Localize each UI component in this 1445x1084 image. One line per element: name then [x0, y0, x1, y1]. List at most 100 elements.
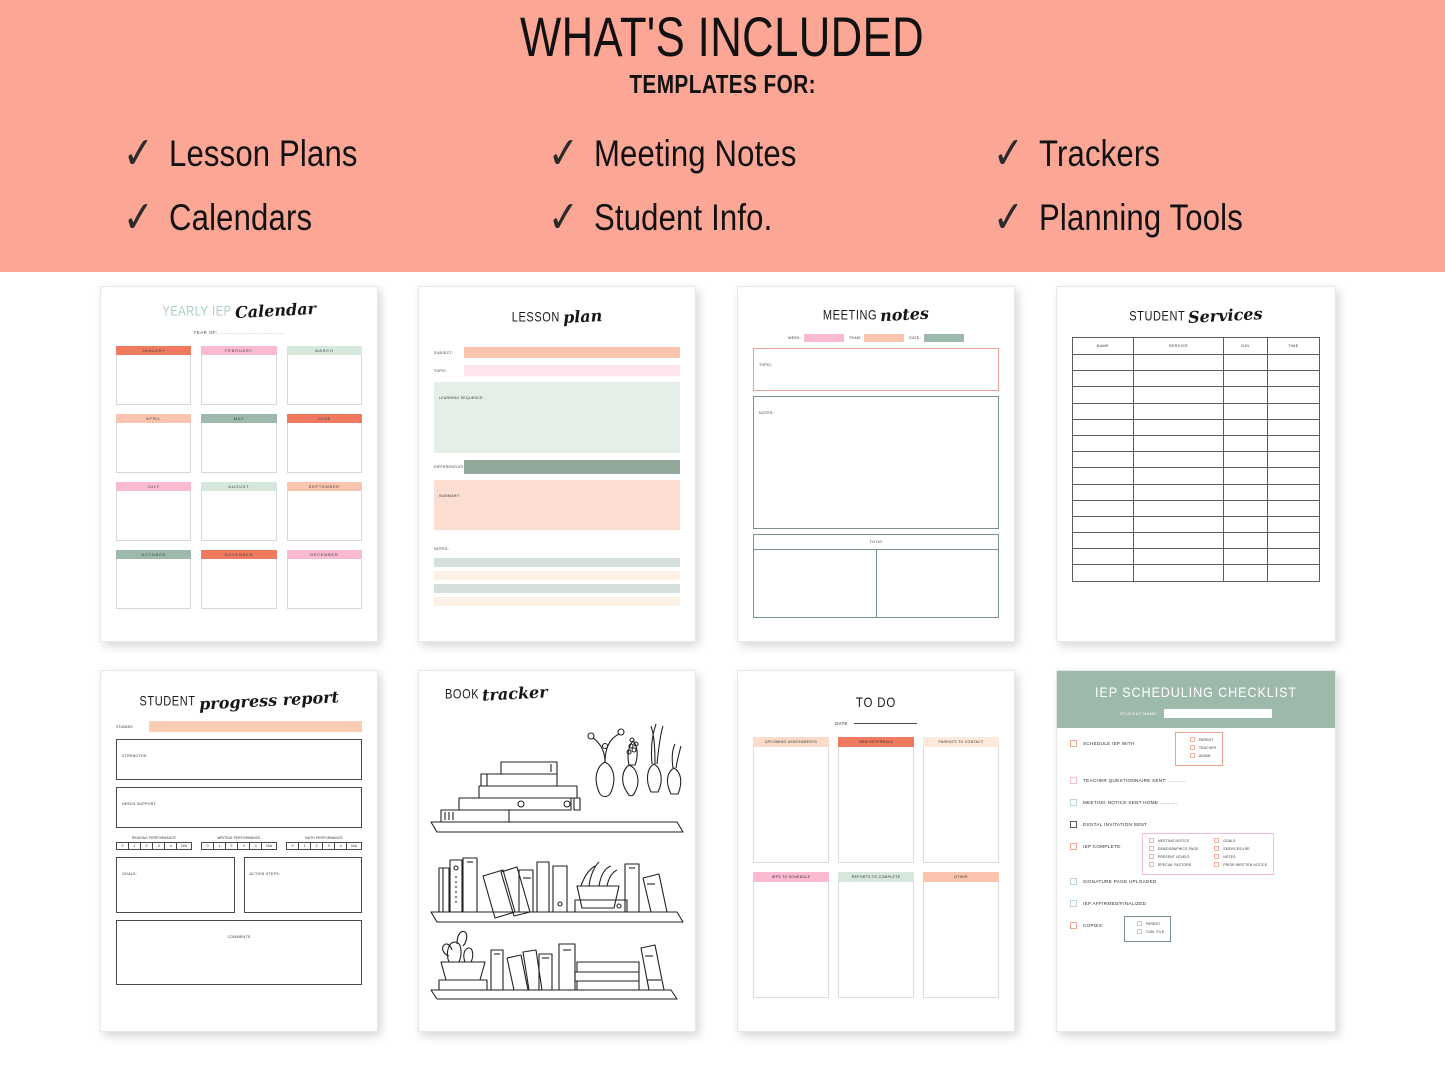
table-cell[interactable]	[1266, 386, 1321, 404]
table-row[interactable]	[1072, 467, 1321, 485]
note-row[interactable]	[434, 571, 680, 580]
table-row[interactable]	[1072, 451, 1321, 469]
template-card-lesson-plan[interactable]: LESSON plan SUBJECT: TOPIC: LEARNING SEQU…	[418, 286, 696, 642]
checkbox-icon[interactable]	[1070, 900, 1077, 907]
needs-support-box[interactable]: NEEDS SUPPORT:	[116, 787, 362, 828]
table-row[interactable]	[1072, 418, 1321, 436]
scale-option[interactable]: 3	[152, 841, 165, 850]
checkbox-icon[interactable]	[1214, 838, 1220, 843]
month-cell[interactable]: AUGUST	[201, 482, 277, 541]
differentiation-field[interactable]: DIFFERENTIATION:	[434, 460, 680, 474]
checkbox-icon[interactable]	[1149, 862, 1154, 867]
scale-option[interactable]: 0	[286, 841, 299, 850]
month-cell[interactable]: APRIL	[116, 414, 192, 473]
checkbox-icon[interactable]	[1070, 821, 1077, 828]
table-cell[interactable]	[1072, 386, 1134, 404]
table-row[interactable]	[1072, 370, 1321, 388]
scale-option[interactable]: 2	[140, 841, 153, 850]
table-cell[interactable]	[1266, 467, 1321, 485]
topic-box[interactable]: TOPIC:	[753, 348, 999, 391]
table-cell[interactable]	[1266, 515, 1321, 534]
scale-option[interactable]: 0	[116, 841, 129, 850]
month-body[interactable]	[116, 559, 192, 609]
table-cell[interactable]	[1072, 564, 1134, 582]
month-cell[interactable]: JANUARY	[116, 346, 192, 405]
checklist-subitem[interactable]: SERVICES/LRE	[1214, 846, 1267, 851]
month-cell[interactable]: OCTOBER	[116, 550, 192, 609]
checklist-subitem[interactable]: PARENT	[1190, 737, 1216, 742]
template-card-student-progress-report[interactable]: STUDENT progress report STUDENT: STRENGTH…	[100, 670, 378, 1032]
month-cell[interactable]: MAY	[201, 414, 277, 473]
todo-category[interactable]: OTHER	[923, 872, 999, 998]
table-cell[interactable]	[1266, 483, 1321, 501]
table-row[interactable]	[1072, 386, 1321, 404]
table-cell[interactable]	[1223, 434, 1268, 453]
month-body[interactable]	[201, 491, 277, 541]
student-input[interactable]	[149, 721, 362, 732]
week-input[interactable]	[804, 334, 845, 342]
scale-option[interactable]: N/A	[176, 841, 193, 850]
table-cell[interactable]	[1072, 434, 1134, 453]
todo-category-body[interactable]	[838, 882, 914, 998]
scale-option[interactable]: 3	[237, 841, 250, 850]
todo-category-body[interactable]	[753, 747, 829, 863]
checklist-subitem[interactable]: SPECIAL FACTORS	[1149, 862, 1198, 867]
checklist-subitem[interactable]: TEACHER	[1190, 745, 1216, 750]
table-cell[interactable]	[1223, 353, 1268, 372]
table-cell[interactable]	[1223, 370, 1268, 388]
table-cell[interactable]	[1223, 532, 1268, 550]
checkbox-icon[interactable]	[1214, 854, 1220, 859]
comments-box[interactable]: COMMENTS	[116, 919, 362, 985]
checklist-item[interactable]: TEACHER QUESTIONNAIRE SENT: ...........	[1070, 777, 1322, 784]
table-cell[interactable]	[1132, 451, 1225, 469]
subject-field[interactable]: SUBJECT:	[434, 347, 680, 358]
table-cell[interactable]	[1266, 564, 1321, 582]
checkbox-icon[interactable]	[1070, 740, 1077, 747]
date-field[interactable]: DATE	[753, 721, 999, 726]
todo-category[interactable]: UPCOMING ASSESSMENTS	[753, 737, 829, 863]
table-cell[interactable]	[1132, 515, 1225, 534]
month-body[interactable]	[116, 355, 192, 405]
table-cell[interactable]	[1132, 548, 1225, 566]
table-row[interactable]	[1072, 532, 1321, 550]
todo-category-body[interactable]	[838, 747, 914, 863]
table-row[interactable]	[1072, 402, 1321, 420]
action-steps-box[interactable]: ACTION STEPS:	[243, 856, 362, 913]
scale-option[interactable]: 1	[128, 841, 141, 850]
table-row[interactable]	[1072, 515, 1321, 534]
table-cell[interactable]	[1132, 418, 1225, 436]
date-input[interactable]	[923, 334, 964, 342]
table-cell[interactable]	[1223, 451, 1268, 469]
scale-option[interactable]: N/A	[261, 841, 278, 850]
table-cell[interactable]	[1266, 499, 1321, 517]
table-cell[interactable]	[1223, 386, 1268, 404]
table-cell[interactable]	[1223, 515, 1268, 534]
table-cell[interactable]	[1132, 434, 1225, 453]
date-field[interactable]: DATE:	[909, 334, 964, 342]
topic-input[interactable]	[464, 365, 680, 376]
month-cell[interactable]: JUNE	[286, 414, 362, 473]
month-cell[interactable]: DECEMBER	[286, 550, 362, 609]
table-cell[interactable]	[1072, 402, 1134, 420]
checklist-item[interactable]: SCHEDULE IEP WITH PARENT TEACHER ADMIN	[1070, 732, 1322, 766]
checklist-subitem[interactable]: ADMIN	[1190, 753, 1216, 758]
table-cell[interactable]	[1132, 467, 1225, 485]
checklist-subitem[interactable]: CUM. FILE	[1137, 929, 1164, 934]
checklist-subitem[interactable]: PRIOR WRITTEN NOTICE	[1214, 862, 1267, 867]
checklist-subitem[interactable]: PARENT	[1137, 921, 1164, 926]
checkbox-icon[interactable]	[1070, 843, 1077, 850]
table-row[interactable]	[1072, 564, 1321, 582]
checklist-subitem[interactable]: GOALS	[1214, 838, 1267, 843]
differentiation-input[interactable]	[464, 460, 680, 474]
checkbox-icon[interactable]	[1137, 929, 1142, 934]
table-cell[interactable]	[1266, 418, 1321, 436]
table-row[interactable]	[1072, 353, 1321, 372]
month-body[interactable]	[201, 355, 277, 405]
checkbox-icon[interactable]	[1137, 921, 1142, 926]
month-cell[interactable]: MARCH	[286, 346, 362, 405]
table-cell[interactable]	[1266, 353, 1321, 372]
checklist-item[interactable]: DIGITAL INVITATION SENT	[1070, 821, 1322, 828]
scale-option[interactable]: 2	[225, 841, 238, 850]
checklist-item[interactable]: SIGNATURE PAGE UPLOADED	[1070, 878, 1322, 885]
team-field[interactable]: TEAM:	[849, 334, 905, 342]
